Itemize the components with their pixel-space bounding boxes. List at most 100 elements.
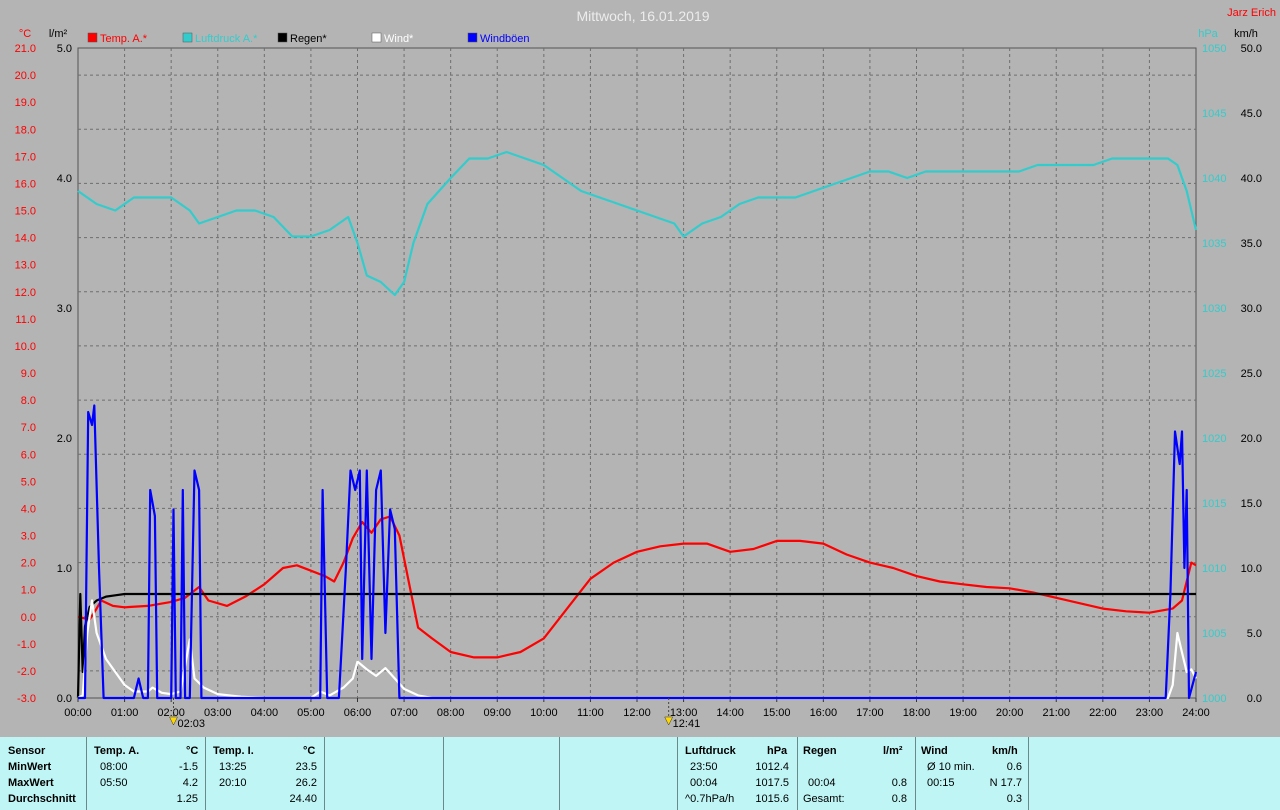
pressure-tick-label: 1050 [1202, 43, 1226, 55]
pressure-axis-unit: hPa [1198, 28, 1218, 40]
temp-a-avg: 1.25 [176, 793, 198, 805]
temp-a-min-time: 08:00 [100, 761, 128, 773]
weather-chart: Mittwoch, 16.01.2019 Jarz Erich Temp. A.… [15, 7, 1276, 730]
wind-max-time: 00:15 [927, 777, 955, 789]
wind-mean: 0.3 [1006, 793, 1022, 805]
pressure-tick-label: 1045 [1202, 108, 1226, 120]
temp-tick-label: 4.0 [21, 503, 36, 515]
temp-tick-label: 15.0 [15, 206, 36, 218]
temp-tick-label: 11.0 [15, 314, 36, 326]
pressure-min-time: 23:50 [690, 761, 718, 773]
temp-tick-label: 7.0 [21, 422, 36, 434]
marker-label: 02:03 [177, 718, 205, 730]
x-tick-label: 11:00 [577, 707, 604, 719]
row-label-max: MaxWert [8, 777, 54, 789]
x-tick-label: 03:00 [204, 707, 232, 719]
rain-max-time: 00:04 [808, 777, 836, 789]
temp-a-max-value: 4.2 [182, 777, 198, 789]
pressure-tick-label: 1030 [1202, 303, 1226, 315]
rain-tick-label: 1.0 [57, 563, 72, 575]
temp-tick-label: 8.0 [21, 395, 36, 407]
temp-tick-label: 10.0 [15, 341, 36, 353]
temp-tick-label: 12.0 [15, 287, 36, 299]
x-tick-label: 15:00 [763, 707, 791, 719]
temp-tick-label: -2.0 [17, 666, 36, 678]
wind-tick-label: 50.0 [1241, 43, 1262, 55]
rain-total: 0.8 [891, 793, 907, 805]
temp-tick-label: 19.0 [15, 97, 36, 109]
x-tick-label: 10:00 [530, 707, 558, 719]
rain-tick-label: 0.0 [57, 693, 72, 705]
legend-swatch [182, 32, 193, 43]
temp-tick-label: 5.0 [21, 476, 36, 488]
temp-i-unit: °C [303, 745, 316, 757]
rain-max-value: 0.8 [891, 777, 907, 789]
temp-tick-label: 16.0 [15, 178, 36, 190]
pressure-tick-label: 1000 [1202, 693, 1226, 705]
x-tick-label: 16:00 [810, 707, 838, 719]
temp-tick-label: 14.0 [15, 233, 36, 245]
pressure-max-time: 00:04 [690, 777, 718, 789]
x-tick-label: 07:00 [390, 707, 418, 719]
wind-max-value: N 17.7 [989, 777, 1022, 789]
pressure-tick-label: 1005 [1202, 628, 1226, 640]
rain-tick-label: 3.0 [57, 303, 72, 315]
temp-tick-label: 1.0 [21, 585, 36, 597]
temp-a-unit: °C [186, 745, 199, 757]
temp-i-avg: 24.40 [289, 793, 317, 805]
temp-tick-label: 2.0 [21, 558, 36, 570]
temp-tick-label: 21.0 [15, 43, 36, 55]
wind-tick-label: 10.0 [1241, 563, 1262, 575]
pressure-tick-label: 1015 [1202, 498, 1226, 510]
wind-unit: km/h [992, 745, 1018, 757]
wind-axis-unit: km/h [1234, 28, 1258, 40]
x-tick-label: 23:00 [1136, 707, 1164, 719]
temp-tick-label: 3.0 [21, 531, 36, 543]
rain-tick-label: 2.0 [57, 433, 72, 445]
row-label-sensor: Sensor [8, 745, 46, 757]
x-tick-label: 12:00 [623, 707, 651, 719]
temp-a-max-time: 05:50 [100, 777, 128, 789]
pressure-tick-label: 1010 [1202, 563, 1226, 575]
temp-i-max-value: 26.2 [295, 777, 317, 789]
x-tick-label: 00:00 [64, 707, 92, 719]
x-tick-label: 01:00 [111, 707, 139, 719]
temp-tick-label: 0.0 [21, 612, 36, 624]
temp-tick-label: 9.0 [21, 368, 36, 380]
row-label-min: MinWert [8, 761, 52, 773]
pressure-title: Luftdruck [685, 745, 736, 757]
pressure-unit: hPa [767, 745, 788, 757]
legend-label: Temp. A.* [100, 33, 148, 45]
author-label: Jarz Erich [1227, 7, 1276, 19]
pressure-tick-label: 1025 [1202, 368, 1226, 380]
wind-avg-label: Ø 10 min. [927, 761, 975, 773]
wind-tick-label: 0.0 [1247, 693, 1262, 705]
temp-i-min-time: 13:25 [219, 761, 247, 773]
x-tick-label: 19:00 [949, 707, 977, 719]
x-tick-label: 18:00 [903, 707, 931, 719]
legend-label: Luftdruck A.* [195, 33, 258, 45]
legend-label: Regen* [290, 33, 327, 45]
wind-tick-label: 20.0 [1241, 433, 1262, 445]
row-label-avg: Durchschnitt [8, 793, 76, 805]
wind-tick-label: 5.0 [1247, 628, 1262, 640]
rain-title: Regen [803, 745, 837, 757]
temp-a-title: Temp. A. [94, 745, 140, 757]
temp-tick-label: 18.0 [15, 124, 36, 136]
marker-label: 12:41 [673, 718, 701, 730]
x-tick-label: 24:00 [1182, 707, 1210, 719]
x-tick-label: 09:00 [483, 707, 511, 719]
wind-tick-label: 40.0 [1241, 173, 1262, 185]
rain-total-label: Gesamt: [803, 793, 845, 805]
temp-axis-unit: °C [19, 28, 31, 40]
x-tick-label: 22:00 [1089, 707, 1117, 719]
temp-i-min-value: 23.5 [295, 761, 317, 773]
temp-tick-label: -1.0 [17, 639, 36, 651]
temp-tick-label: 6.0 [21, 449, 36, 461]
temp-i-title: Temp. I. [213, 745, 254, 757]
wind-tick-label: 30.0 [1241, 303, 1262, 315]
x-tick-label: 05:00 [297, 707, 325, 719]
temp-a-min-value: -1.5 [179, 761, 198, 773]
wind-tick-label: 25.0 [1241, 368, 1262, 380]
pressure-trend: ^0.7hPa/h [685, 793, 735, 805]
